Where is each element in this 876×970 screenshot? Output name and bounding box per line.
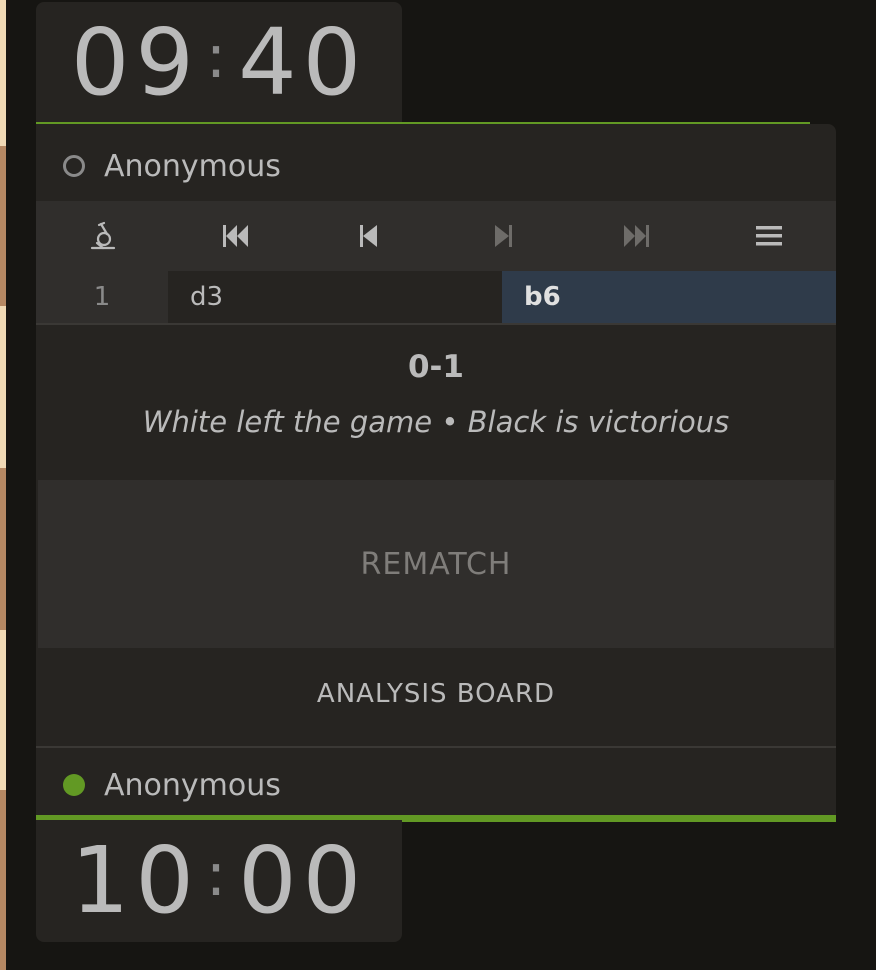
opponent-clock: 09:40 — [36, 2, 402, 124]
clock-seconds: 40 — [238, 9, 368, 116]
result-status: White left the game • Black is victoriou… — [142, 405, 730, 439]
microscope-icon — [90, 221, 115, 250]
clock-separator: : — [205, 22, 233, 92]
self-player: Anonymous — [36, 746, 836, 822]
clock-seconds: 00 — [238, 827, 368, 934]
analysis-microscope-button[interactable] — [83, 216, 123, 256]
clock-minutes: 09 — [70, 9, 200, 116]
first-move-icon — [222, 225, 248, 247]
player-name[interactable]: Anonymous — [104, 768, 281, 803]
previous-move-button[interactable] — [349, 216, 389, 256]
rematch-button[interactable]: REMATCH — [38, 480, 834, 648]
previous-move-icon — [360, 225, 378, 247]
next-move-button[interactable] — [483, 216, 523, 256]
menu-icon — [756, 226, 783, 246]
black-move[interactable]: b6 — [502, 271, 836, 323]
game-result: 0-1 White left the game • Black is victo… — [36, 324, 836, 479]
clock-minutes: 10 — [70, 827, 200, 934]
next-move-icon — [494, 225, 512, 247]
first-move-button[interactable] — [216, 216, 256, 256]
menu-button[interactable] — [749, 216, 789, 256]
player-name[interactable]: Anonymous — [104, 149, 281, 184]
move-number: 1 — [36, 271, 168, 323]
self-clock: 10:00 — [36, 820, 402, 942]
analysis-board-button[interactable]: ANALYSIS BOARD — [36, 648, 836, 740]
move-controls — [36, 201, 836, 271]
clock-separator: : — [205, 840, 233, 910]
offline-status-icon — [63, 155, 85, 177]
online-status-icon — [63, 774, 85, 796]
white-move[interactable]: d3 — [168, 271, 502, 323]
last-move-icon — [623, 225, 649, 247]
last-move-button[interactable] — [616, 216, 656, 256]
board-edge — [0, 0, 6, 970]
opponent-player: Anonymous — [36, 129, 836, 203]
move-list-row: 1 d3 b6 — [36, 271, 836, 325]
result-score: 0-1 — [407, 349, 464, 385]
game-panel: Anonymous 1 d3 b6 0-1 White left the gam… — [36, 124, 836, 815]
